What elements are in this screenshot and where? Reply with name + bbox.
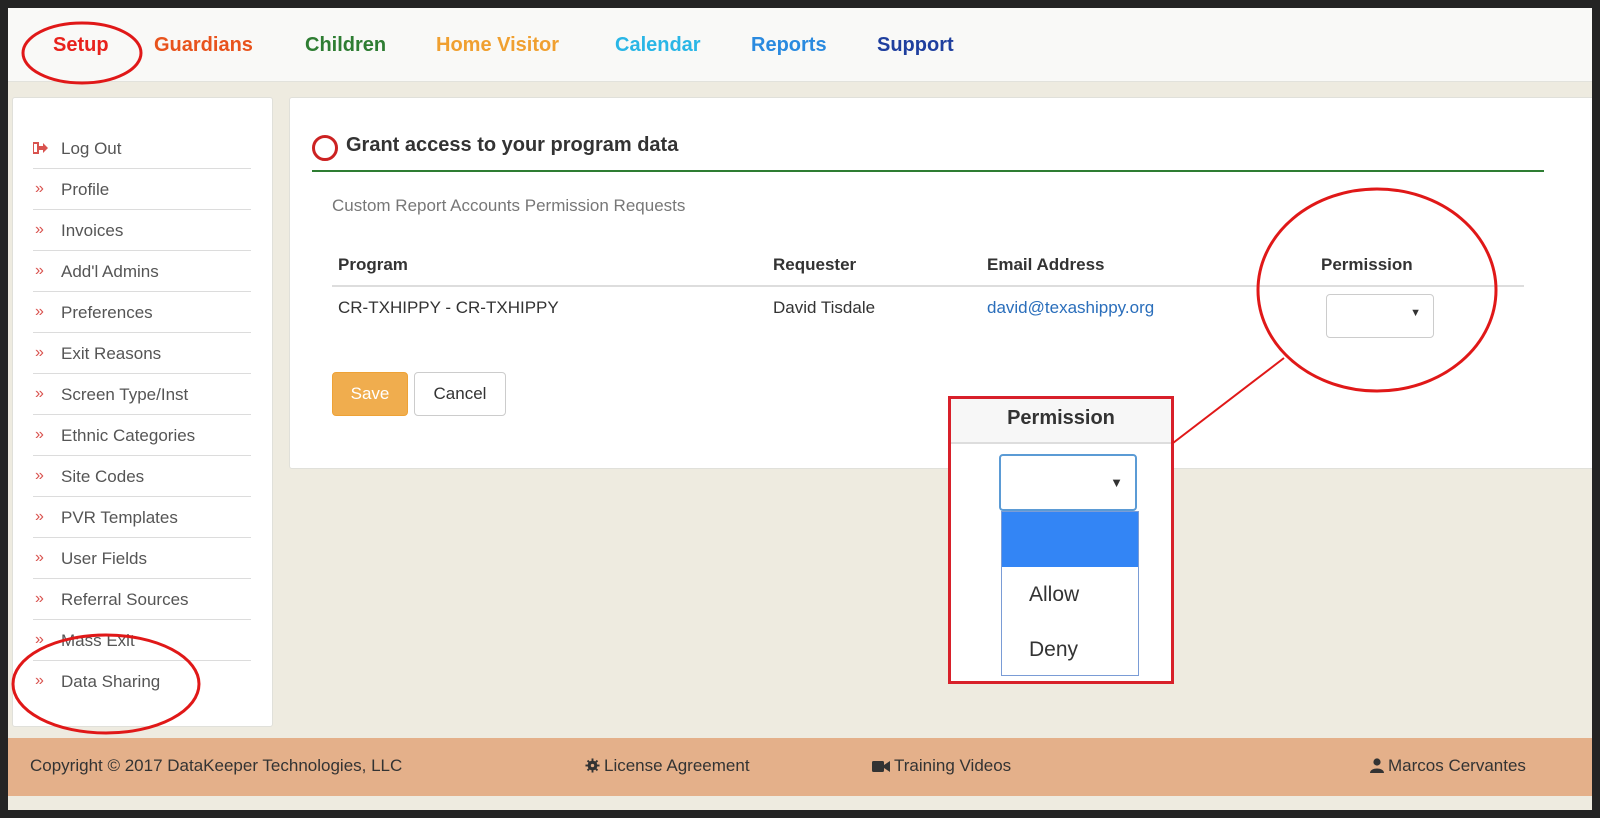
sidebar-item-referral-sources[interactable]: » Referral Sources (33, 579, 251, 620)
chevron-double-right-icon: » (35, 344, 44, 361)
save-button[interactable]: Save (332, 372, 408, 416)
title-divider (312, 170, 1544, 172)
nav-reports[interactable]: Reports (751, 34, 827, 57)
sidebar-item-label: Site Codes (61, 467, 145, 486)
sidebar-item-screen-type[interactable]: » Screen Type/Inst (33, 374, 251, 415)
chevron-double-right-icon: » (35, 303, 44, 320)
sidebar-item-log-out[interactable]: Log Out (33, 128, 251, 169)
cell-program: CR-TXHIPPY - CR-TXHIPPY (338, 298, 559, 317)
sidebar-item-preferences[interactable]: » Preferences (33, 292, 251, 333)
nav-setup[interactable]: Setup (53, 34, 109, 57)
chevron-double-right-icon: » (35, 180, 44, 197)
sidebar-item-label: PVR Templates (61, 508, 178, 527)
sidebar-item-label: Exit Reasons (61, 344, 162, 363)
callout-header: Permission (951, 399, 1171, 444)
chevron-double-right-icon: » (35, 385, 44, 402)
gear-icon (585, 758, 600, 773)
top-nav: Setup Guardians Children Home Visitor Ca… (8, 8, 1592, 82)
dropdown-option-deny[interactable]: Deny (1002, 622, 1138, 677)
dropdown-option-allow[interactable]: Allow (1002, 567, 1138, 622)
user-name: Marcos Cervantes (1388, 756, 1526, 775)
sidebar-item-label: Screen Type/Inst (61, 385, 189, 404)
sidebar-item-label: Mass Exit (61, 631, 135, 650)
sidebar-item-addl-admins[interactable]: » Add'l Admins (33, 251, 251, 292)
permission-callout: Permission ▼ Allow Deny (948, 396, 1174, 684)
sidebar-item-exit-reasons[interactable]: » Exit Reasons (33, 333, 251, 374)
training-videos-label: Training Videos (894, 756, 1012, 775)
caret-down-icon: ▼ (1410, 307, 1421, 319)
sidebar-item-label: Referral Sources (61, 590, 189, 609)
sidebar-item-site-codes[interactable]: » Site Codes (33, 456, 251, 497)
training-videos-link[interactable]: Training Videos (872, 756, 1011, 776)
column-header-permission: Permission (1321, 255, 1413, 274)
sidebar-item-label: Profile (61, 180, 110, 199)
sidebar-item-label: Log Out (61, 139, 122, 158)
cell-email-link[interactable]: david@texashippy.org (987, 298, 1154, 318)
main-panel: Grant access to your program data Custom… (289, 97, 1592, 469)
chevron-double-right-icon: » (35, 221, 44, 238)
logout-icon (33, 142, 48, 154)
sidebar-item-invoices[interactable]: » Invoices (33, 210, 251, 251)
chevron-double-right-icon: » (35, 590, 44, 607)
permission-dropdown-list: Allow Deny (1001, 511, 1139, 676)
callout-permission-select[interactable]: ▼ (999, 454, 1137, 511)
footer-copyright: Copyright © 2017 DataKeeper Technologies… (30, 756, 403, 775)
sidebar: Log Out » Profile » Invoices » Add'l Adm… (12, 97, 273, 727)
cancel-button[interactable]: Cancel (414, 372, 506, 416)
sidebar-item-label: Ethnic Categories (61, 426, 196, 445)
section-subtitle: Custom Report Accounts Permission Reques… (332, 196, 686, 215)
sidebar-item-user-fields[interactable]: » User Fields (33, 538, 251, 579)
caret-down-icon: ▼ (1110, 475, 1123, 490)
sidebar-item-label: Invoices (61, 221, 124, 240)
nav-calendar[interactable]: Calendar (615, 34, 701, 57)
sidebar-item-pvr-templates[interactable]: » PVR Templates (33, 497, 251, 538)
user-icon (1370, 758, 1384, 773)
column-header-program: Program (338, 255, 408, 274)
table-header-divider (332, 285, 1524, 287)
chevron-double-right-icon: » (35, 549, 44, 566)
sidebar-item-label: Data Sharing (61, 672, 161, 691)
license-agreement-link[interactable]: License Agreement (585, 756, 750, 776)
chevron-double-right-icon: » (35, 672, 44, 689)
sidebar-item-label: Preferences (61, 303, 153, 322)
permission-select[interactable]: ▼ (1326, 294, 1434, 338)
option-label: Deny (1029, 638, 1079, 661)
sidebar-item-mass-exit[interactable]: » Mass Exit (33, 620, 251, 661)
nav-home-visitor[interactable]: Home Visitor (436, 34, 559, 57)
column-header-requester: Requester (773, 255, 857, 274)
chevron-double-right-icon: » (35, 631, 44, 648)
page-title: Grant access to your program data (346, 134, 679, 156)
option-label: Allow (1029, 583, 1080, 606)
chevron-double-right-icon: » (35, 262, 44, 279)
nav-guardians[interactable]: Guardians (154, 34, 253, 57)
user-profile-link[interactable]: Marcos Cervantes (1370, 756, 1526, 776)
nav-support[interactable]: Support (877, 34, 954, 57)
column-header-email: Email Address (987, 255, 1105, 274)
sidebar-item-profile[interactable]: » Profile (33, 169, 251, 210)
chevron-double-right-icon: » (35, 426, 44, 443)
nav-children[interactable]: Children (305, 34, 386, 57)
sidebar-item-ethnic-categories[interactable]: » Ethnic Categories (33, 415, 251, 456)
sidebar-list: Log Out » Profile » Invoices » Add'l Adm… (33, 128, 251, 702)
video-camera-icon (872, 761, 890, 772)
license-agreement-label: License Agreement (604, 756, 750, 775)
cell-requester: David Tisdale (773, 298, 876, 317)
chevron-double-right-icon: » (35, 467, 44, 484)
footer: Copyright © 2017 DataKeeper Technologies… (8, 738, 1592, 796)
circle-icon (312, 135, 338, 161)
sidebar-item-data-sharing[interactable]: » Data Sharing (33, 661, 251, 702)
sidebar-item-label: Add'l Admins (61, 262, 159, 281)
chevron-double-right-icon: » (35, 508, 44, 525)
app-window: Setup Guardians Children Home Visitor Ca… (8, 8, 1592, 810)
dropdown-option-blank[interactable] (1002, 512, 1138, 567)
sidebar-item-label: User Fields (61, 549, 147, 568)
